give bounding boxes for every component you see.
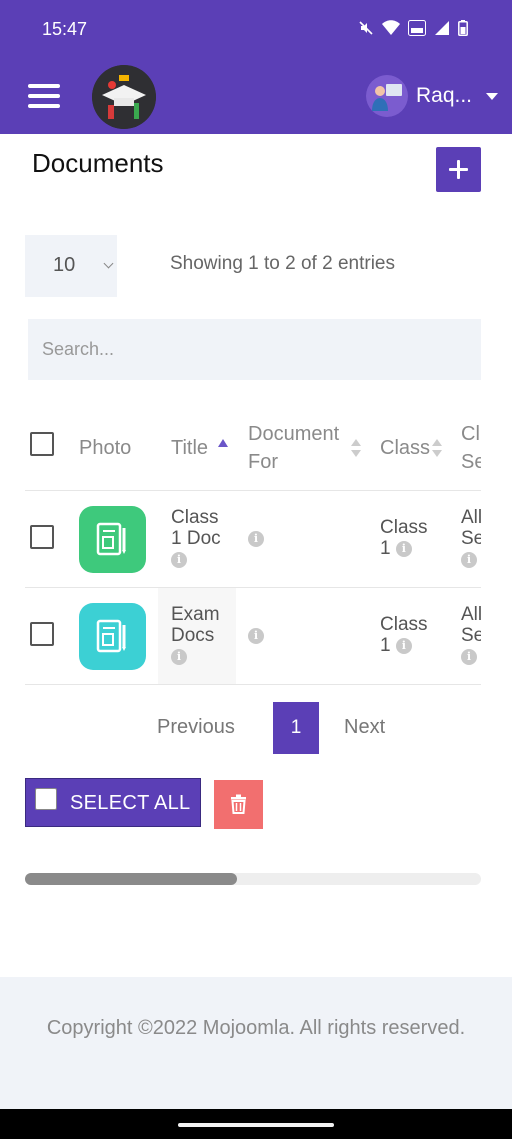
signal-icon <box>435 21 449 35</box>
sort-icon <box>432 439 442 459</box>
mute-icon <box>359 21 373 35</box>
wifi-icon <box>382 20 400 35</box>
info-icon[interactable]: i <box>395 637 412 654</box>
column-header-title[interactable]: Title <box>171 434 208 462</box>
row-class-line2: 1 <box>380 635 391 656</box>
document-icon <box>96 619 126 653</box>
add-document-button[interactable] <box>436 147 481 192</box>
select-all-checkbox[interactable] <box>35 788 57 810</box>
row-title-line2: 1 Doc <box>171 528 221 549</box>
document-icon <box>96 522 126 556</box>
column-header-document-for[interactable]: Document For <box>248 420 339 476</box>
row-section-line2: Se <box>461 528 481 549</box>
status-bar: 15:47 <box>0 0 512 60</box>
documents-table: Photo Title Document For Class Cl Se Cla… <box>25 408 481 688</box>
column-header-section-line2: Se <box>461 451 481 473</box>
document-photo <box>79 506 146 573</box>
select-all-label: SELECT ALL <box>70 792 191 814</box>
row-title-line2: Docs <box>171 625 215 646</box>
row-class: Class 1 i <box>380 517 428 559</box>
chevron-down-icon <box>103 258 114 269</box>
info-icon[interactable]: i <box>395 540 412 557</box>
previous-page-button[interactable]: Previous <box>157 716 235 739</box>
page-length-select[interactable]: 10 <box>25 235 117 297</box>
info-icon[interactable]: i <box>461 648 477 665</box>
user-name: Raq... <box>415 84 472 107</box>
row-section-line2: Se <box>461 625 481 646</box>
row-section-line1: All <box>461 604 481 625</box>
select-all-button[interactable]: SELECT ALL <box>25 778 201 827</box>
page-length-value: 10 <box>53 254 76 276</box>
row-section-line1: All <box>461 507 481 528</box>
menu-icon[interactable] <box>28 84 60 110</box>
row-divider <box>25 684 481 685</box>
sort-icon <box>351 439 361 459</box>
row-checkbox[interactable] <box>30 622 54 646</box>
delete-selected-button[interactable] <box>214 780 263 829</box>
trash-icon <box>231 794 246 814</box>
row-section: All Se i <box>461 604 481 667</box>
row-title: Exam Docs i <box>171 604 220 667</box>
info-icon[interactable]: i <box>171 648 187 665</box>
horizontal-scrollbar-thumb[interactable] <box>25 873 237 885</box>
column-header-section-line1: Cl <box>461 423 480 445</box>
column-header-document-for-line1: Document <box>248 423 340 445</box>
status-time: 15:47 <box>42 19 88 39</box>
system-navigation-bar <box>0 1109 512 1139</box>
row-divider <box>25 490 481 491</box>
document-photo <box>79 603 146 670</box>
footer: Copyright ©2022 Mojoomla. All rights res… <box>0 977 512 1109</box>
chevron-down-icon <box>486 92 498 100</box>
info-icon[interactable]: i <box>171 551 187 568</box>
pagination: Previous 1 Next <box>0 702 512 754</box>
battery-icon <box>458 20 468 36</box>
next-page-button[interactable]: Next <box>344 716 385 739</box>
search-input[interactable] <box>28 319 481 380</box>
copyright-text: Copyright ©2022 Mojoomla. All rights res… <box>46 1017 466 1039</box>
user-avatar <box>365 75 408 117</box>
select-all-rows-checkbox[interactable] <box>30 432 54 456</box>
column-header-section[interactable]: Cl Se <box>461 420 481 476</box>
row-class-line1: Class <box>380 614 428 635</box>
row-title: Class 1 Doc i <box>171 507 221 570</box>
volte-icon <box>408 20 426 36</box>
row-document-for: i <box>248 625 264 646</box>
page-1-button[interactable]: 1 <box>273 702 319 754</box>
row-divider <box>25 587 481 588</box>
row-section: All Se i <box>461 507 481 570</box>
system-icons <box>358 20 468 36</box>
app-header: Raq... <box>0 60 512 134</box>
info-icon[interactable]: i <box>248 530 264 547</box>
info-icon[interactable]: i <box>461 551 477 568</box>
row-title-line1: Class <box>171 507 219 528</box>
column-header-class[interactable]: Class <box>380 434 430 462</box>
row-class-line2: 1 <box>380 538 391 559</box>
school-logo <box>92 65 156 129</box>
user-menu[interactable]: Raq... <box>365 75 498 117</box>
table-info: Showing 1 to 2 of 2 entries <box>170 253 395 274</box>
home-gesture-handle[interactable] <box>178 1123 334 1127</box>
row-class-line1: Class <box>380 517 428 538</box>
info-icon[interactable]: i <box>248 627 264 644</box>
sort-ascending-icon <box>218 439 228 447</box>
column-header-photo: Photo <box>79 437 132 459</box>
row-document-for: i <box>248 528 264 549</box>
row-checkbox[interactable] <box>30 525 54 549</box>
column-header-document-for-line2: For <box>248 451 278 473</box>
row-title-line1: Exam <box>171 604 220 625</box>
page-title: Documents <box>32 148 164 178</box>
row-class: Class 1 i <box>380 614 428 656</box>
